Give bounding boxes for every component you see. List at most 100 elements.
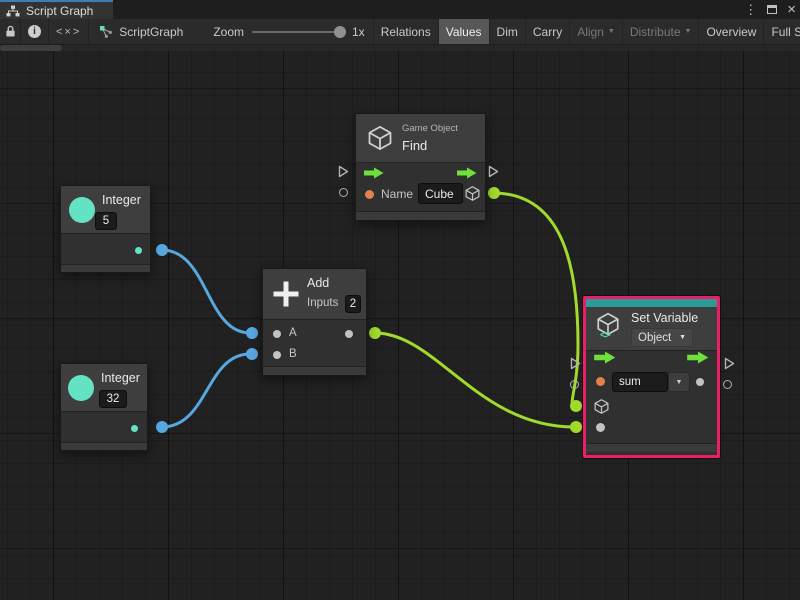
node-header: <> Set Variable Object ▼ — [586, 307, 717, 351]
zoom-value: 1x — [352, 25, 365, 39]
node-integer-5[interactable]: Integer 5 — [60, 185, 151, 273]
wire-find-to-setvariable-object[interactable] — [493, 193, 578, 406]
control-output-arrow-icon[interactable] — [457, 167, 477, 179]
lock-button[interactable] — [0, 19, 21, 44]
chevron-down-icon: ▼ — [608, 28, 615, 35]
control-output-port[interactable] — [488, 165, 499, 183]
node-header: Game Object Find — [356, 114, 485, 163]
node-set-variable[interactable]: <> Set Variable Object ▼ sum ▼ — [586, 299, 717, 455]
output-port[interactable] — [131, 425, 138, 432]
wire-integer32-to-add-b[interactable] — [162, 354, 250, 427]
toolbar-button-overview[interactable]: Overview — [699, 19, 764, 44]
graph-name-label: ScriptGraph — [119, 25, 183, 39]
zoom-slider[interactable] — [252, 31, 344, 33]
output-port[interactable] — [135, 247, 142, 254]
chevron-down-icon: ▼ — [679, 334, 686, 341]
node-title: Integer — [101, 371, 140, 385]
variable-kind-strip — [586, 299, 717, 307]
control-input-arrow-icon[interactable] — [594, 351, 616, 364]
toolbar-button-distribute[interactable]: Distribute ▼ — [623, 19, 700, 44]
gameobject-output-port-icon[interactable] — [464, 185, 481, 202]
integer-value-field[interactable]: 32 — [99, 390, 127, 408]
close-icon[interactable]: × — [787, 0, 796, 19]
toolbar-button-values[interactable]: Values — [439, 19, 490, 44]
variable-code-badge-icon: <> — [600, 330, 610, 341]
variable-kind-dropdown[interactable]: Object ▼ — [631, 328, 693, 347]
wire-endpoint[interactable] — [246, 348, 258, 360]
wire-endpoint[interactable] — [570, 421, 582, 433]
node-footer — [586, 443, 717, 452]
control-input-port[interactable] — [338, 165, 349, 183]
variable-name-dropdown-button[interactable]: ▼ — [668, 372, 690, 392]
wire-integer5-to-add-a[interactable] — [162, 250, 250, 333]
toolbar-button-align[interactable]: Align ▼ — [570, 19, 623, 44]
tab-script-graph[interactable]: Script Graph — [0, 0, 113, 19]
zoom-label: Zoom — [213, 25, 244, 39]
node-header: Integer 5 — [61, 186, 150, 234]
zoom-control: Zoom 1x — [205, 19, 372, 44]
node-title: Add — [307, 276, 329, 290]
control-output-arrow-icon[interactable] — [687, 351, 709, 364]
control-input-port[interactable] — [570, 357, 581, 375]
name-label: Name — [381, 187, 413, 201]
info-icon: i — [28, 25, 41, 38]
chevron-down-icon: ▼ — [676, 379, 683, 386]
value-output-port[interactable] — [723, 380, 732, 389]
integer-value-field[interactable]: 5 — [95, 212, 117, 230]
variable-kind-label: Object — [638, 332, 671, 344]
lock-icon — [5, 25, 16, 38]
wire-endpoint[interactable] — [156, 421, 168, 433]
value-input-port[interactable] — [570, 380, 579, 389]
chevron-down-icon: ▼ — [685, 28, 692, 35]
zoom-slider-handle[interactable] — [334, 26, 346, 38]
integer-type-icon — [69, 197, 95, 223]
wire-endpoint[interactable] — [488, 187, 500, 199]
maximize-icon[interactable] — [767, 5, 777, 14]
node-header: Add Inputs 2 — [263, 269, 366, 320]
node-footer — [61, 442, 147, 450]
input-port-a[interactable] — [273, 330, 281, 338]
name-input-port[interactable] — [365, 190, 374, 199]
node-add[interactable]: Add Inputs 2 A B — [262, 268, 367, 376]
name-value-field[interactable]: Cube — [418, 183, 463, 204]
node-footer — [263, 366, 366, 375]
inputs-count-field[interactable]: 2 — [345, 295, 361, 313]
output-value-port[interactable] — [696, 378, 704, 386]
variable-name-input-port[interactable] — [596, 377, 605, 386]
value-input-port[interactable] — [339, 188, 348, 197]
control-output-port[interactable] — [724, 357, 735, 375]
control-input-arrow-icon[interactable] — [364, 167, 384, 179]
tab-title: Script Graph — [26, 4, 93, 18]
script-graph-window: Script Graph ⋮ × i <×> ScriptGraph Zoom — [0, 0, 800, 600]
gameobject-input-port-icon[interactable] — [593, 398, 610, 415]
output-port[interactable] — [345, 330, 353, 338]
wire-endpoint[interactable] — [369, 327, 381, 339]
code-icon: <×> — [56, 26, 81, 38]
wire-endpoint[interactable] — [156, 244, 168, 256]
node-category: Game Object — [402, 123, 458, 134]
code-preview-button[interactable]: <×> — [49, 19, 89, 44]
toolbar-button-fullscreen[interactable]: Full Screen — [764, 19, 800, 44]
node-gameobject-find[interactable]: Game Object Find Name Cube — [355, 113, 486, 221]
graph-canvas[interactable]: Integer 5 Integer 32 Add Inputs — [0, 45, 800, 600]
node-footer — [61, 264, 150, 272]
wire-endpoint[interactable] — [246, 327, 258, 339]
node-integer-32[interactable]: Integer 32 — [60, 363, 148, 451]
value-input-port[interactable] — [596, 423, 605, 432]
wire-endpoint[interactable] — [570, 400, 582, 412]
node-set-variable-selection: <> Set Variable Object ▼ sum ▼ — [583, 296, 720, 458]
graph-breadcrumb[interactable]: ScriptGraph — [89, 19, 193, 44]
wire-add-to-setvariable-value[interactable] — [375, 333, 574, 427]
toolbar-button-relations[interactable]: Relations — [374, 19, 439, 44]
port-a-label: A — [289, 327, 297, 339]
align-label: Align — [577, 25, 604, 39]
inspect-button[interactable]: i — [21, 19, 49, 44]
input-port-b[interactable] — [273, 351, 281, 359]
variable-name-field[interactable]: sum — [612, 372, 668, 392]
add-icon — [271, 279, 301, 309]
toolbar-button-carry[interactable]: Carry — [526, 19, 570, 44]
more-menu-icon[interactable]: ⋮ — [744, 0, 757, 19]
node-header: Integer 32 — [61, 364, 147, 412]
graph-toolbar: i <×> ScriptGraph Zoom 1x Relations Valu… — [0, 19, 800, 45]
toolbar-button-dim[interactable]: Dim — [490, 19, 526, 44]
